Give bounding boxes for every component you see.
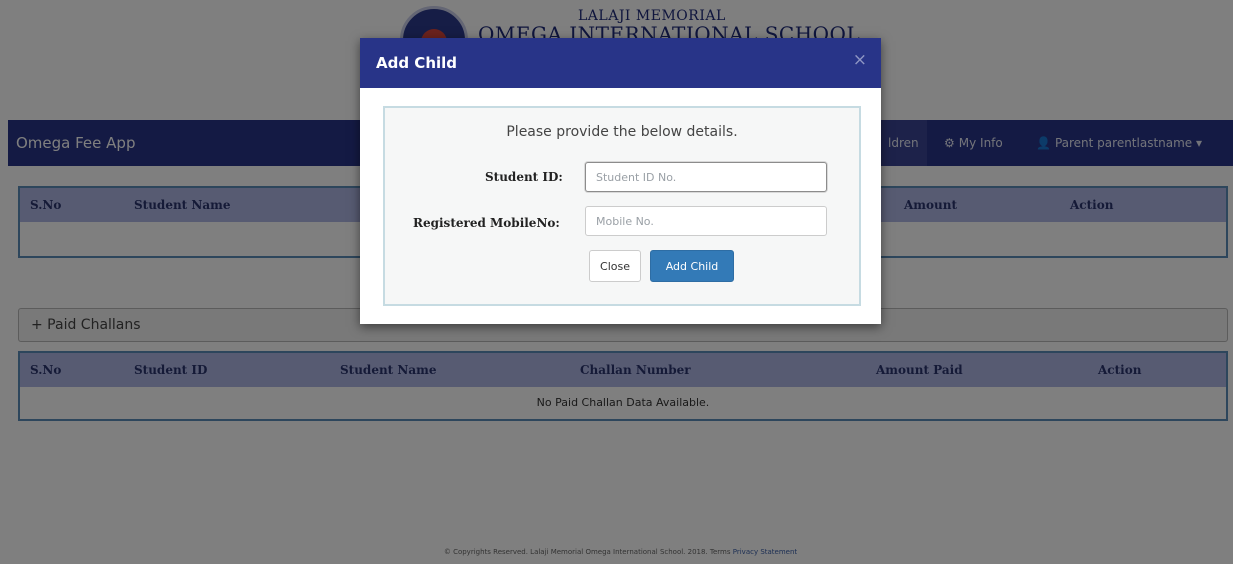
modal-title: Add Child (376, 54, 458, 72)
mobile-input[interactable] (585, 206, 827, 236)
add-child-modal: Add Child × Please provide the below det… (360, 38, 881, 324)
modal-form-panel: Please provide the below details. Studen… (383, 106, 861, 306)
add-child-button[interactable]: Add Child (650, 250, 734, 282)
student-id-label: Student ID: (485, 170, 563, 184)
close-icon[interactable]: × (853, 50, 867, 70)
mobile-label: Registered MobileNo: (413, 216, 560, 230)
student-id-input[interactable] (585, 162, 827, 192)
modal-header: Add Child × (360, 38, 881, 88)
close-button[interactable]: Close (589, 250, 641, 282)
modal-instructions: Please provide the below details. (506, 124, 738, 140)
